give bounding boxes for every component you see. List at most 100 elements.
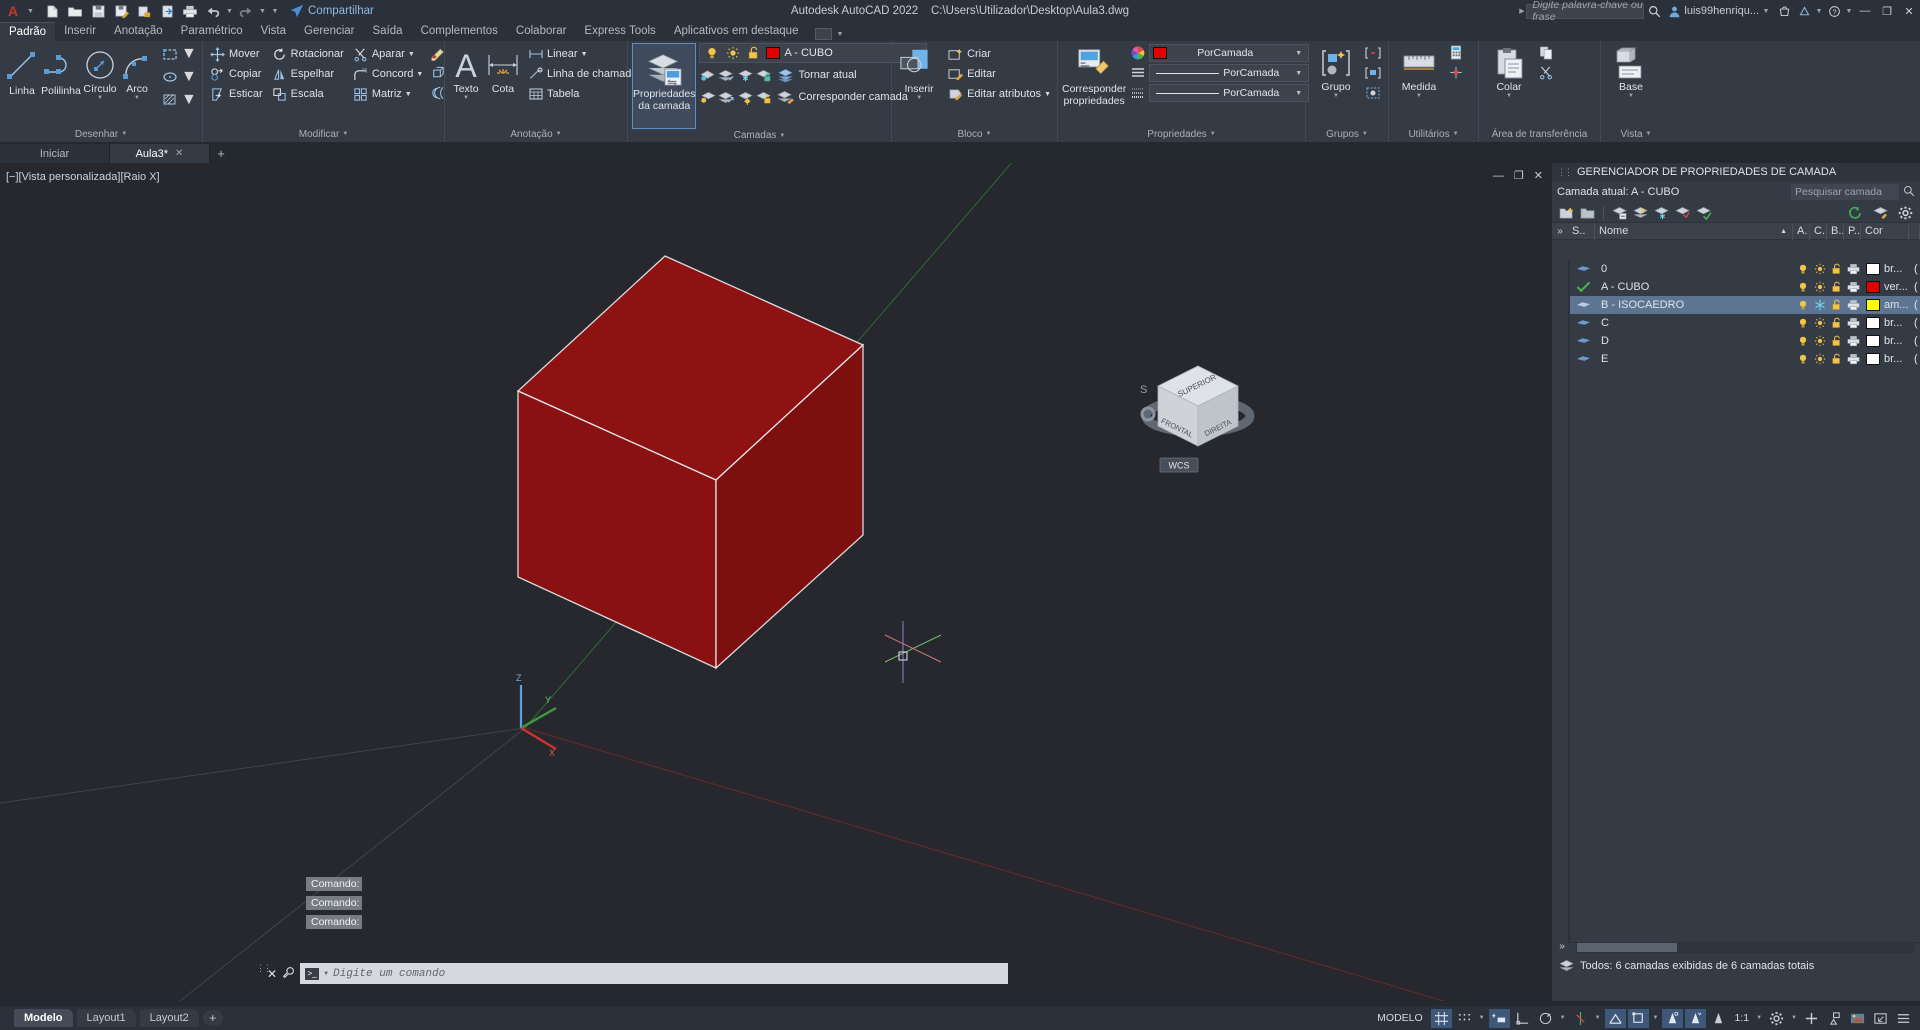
tool-propriedades-camada[interactable]: Propriedades da camada — [632, 43, 697, 129]
window-close-button[interactable]: ✕ — [1898, 0, 1920, 22]
base-dropdown-icon[interactable]: ▼ — [1628, 93, 1634, 99]
layer-color-swatch[interactable] — [1866, 281, 1880, 293]
layer-status-icon[interactable] — [1570, 350, 1597, 368]
tool-arco[interactable]: Arco ▼ — [119, 44, 155, 101]
delete-layer-icon[interactable] — [1611, 204, 1628, 221]
panel-modificar-expand-icon[interactable]: ▼ — [342, 131, 348, 137]
panel-bloco-expand-icon[interactable]: ▼ — [986, 131, 992, 137]
column-header-plot[interactable]: P.. — [1844, 222, 1861, 240]
help-search-caret-icon[interactable]: ▶ — [1517, 0, 1526, 22]
printer-icon[interactable] — [1845, 260, 1862, 278]
ribbon-tab-aplicativos[interactable]: Aplicativos em destaque — [665, 22, 808, 41]
lineweight-combo[interactable]: PorCamada ▼ — [1149, 84, 1310, 102]
sun-icon[interactable] — [724, 45, 741, 62]
tool-matriz[interactable]: Matriz ▼ — [350, 84, 426, 104]
viewport-minimize-button[interactable]: ― — [1493, 170, 1504, 182]
command-line-grip[interactable]: ⋮⋮ — [256, 964, 272, 982]
layer-freeze-icon[interactable] — [737, 67, 754, 84]
grupo-dropdown-icon[interactable]: ▼ — [1333, 93, 1339, 99]
isometric-dropdown-icon[interactable]: ▼ — [1593, 1015, 1603, 1021]
copy-clip-icon[interactable] — [1537, 44, 1554, 61]
unlock-icon[interactable] — [1828, 332, 1845, 350]
layer-unisolate-icon[interactable] — [699, 89, 717, 106]
layer-linetype-cell[interactable]: ( — [1910, 350, 1920, 368]
linear-dropdown-icon[interactable]: ▼ — [581, 51, 588, 58]
customization-hamburger-icon[interactable] — [1893, 1009, 1914, 1028]
column-header-cor[interactable]: Cor — [1861, 222, 1909, 240]
ribbon-tab-express-tools[interactable]: Express Tools — [575, 22, 664, 41]
linetype-caret-icon[interactable]: ▼ — [1295, 70, 1305, 77]
layer-status-icon[interactable] — [1570, 314, 1597, 332]
tool-texto[interactable]: A Texto ▼ — [449, 44, 483, 101]
tool-elipse[interactable]: ▼ — [159, 67, 199, 87]
printer-icon[interactable] — [1845, 296, 1862, 314]
tool-polilinha[interactable]: Polilinha — [41, 44, 81, 97]
layer-status-icon[interactable] — [1570, 296, 1597, 314]
layer-thaw-icon[interactable] — [737, 89, 754, 106]
sun-icon[interactable] — [1811, 260, 1828, 278]
quick-calc-icon[interactable] — [1447, 44, 1464, 61]
lineweight-display-toggle[interactable] — [1662, 1008, 1684, 1028]
tool-corresponder-propriedades[interactable]: Corresponder propriedades — [1062, 44, 1126, 107]
clean-screen-toggle[interactable] — [1870, 1009, 1891, 1028]
table-row[interactable]: B - ISOCAEDRO am... ( — [1570, 296, 1920, 314]
layer-status-icon[interactable] — [1570, 332, 1597, 350]
user-account-button[interactable]: luis99henriqu... ▼ — [1664, 0, 1774, 22]
layer-search-input[interactable]: Pesquisar camada — [1791, 184, 1899, 200]
texto-dropdown-icon[interactable]: ▼ — [463, 95, 469, 101]
tool-circulo-dropdown-icon[interactable]: ▼ — [97, 95, 103, 101]
layer-color-swatch[interactable] — [1866, 263, 1880, 275]
lightbulb-on-icon[interactable] — [1794, 314, 1811, 332]
ribbon-tab-saida[interactable]: Saída — [364, 22, 412, 41]
column-header-freeze[interactable]: C. — [1810, 222, 1827, 240]
unlock-icon[interactable] — [1828, 314, 1845, 332]
annotation-scale[interactable]: 1:1 — [1731, 1009, 1752, 1028]
layer-color-swatch[interactable] — [1866, 335, 1880, 347]
autocad-logo-icon[interactable]: A — [0, 0, 26, 22]
hachura-dropdown-icon[interactable]: ▼ — [181, 91, 197, 109]
table-row[interactable]: C br... ( — [1570, 314, 1920, 332]
model-space-indicator[interactable]: MODELO — [1371, 1012, 1429, 1024]
qat-more-icon[interactable]: ▼ — [268, 0, 282, 22]
ribbon-tab-anotacao[interactable]: Anotação — [105, 22, 172, 41]
unlock-icon[interactable] — [745, 45, 762, 62]
filter-tree-expand-icon[interactable]: » — [1552, 223, 1568, 240]
object-color-caret-icon[interactable]: ▼ — [1295, 50, 1305, 57]
polar-tracking-toggle[interactable] — [1535, 1009, 1556, 1028]
ribbon-panel-toggle-icon[interactable] — [815, 28, 833, 40]
linetype-icon[interactable] — [1129, 65, 1146, 82]
elipse-dropdown-icon[interactable]: ▼ — [181, 68, 197, 86]
new-layer-vp-frozen-icon[interactable] — [1579, 204, 1596, 221]
tool-linha[interactable]: Linha — [4, 44, 40, 97]
window-restore-button[interactable]: ❐ — [1876, 0, 1898, 22]
share-button[interactable]: Compartilhar — [290, 4, 374, 18]
tool-grupo[interactable]: Grupo ▼ — [1310, 44, 1362, 99]
help-icon[interactable]: ? — [1824, 0, 1844, 22]
table-row[interactable]: E br... ( — [1570, 350, 1920, 368]
layer-name[interactable]: E — [1597, 350, 1794, 368]
printer-icon[interactable] — [1845, 332, 1862, 350]
tool-mover[interactable]: Mover — [207, 44, 265, 64]
table-row[interactable]: A - CUBO ver... ( — [1570, 278, 1920, 296]
sun-icon[interactable] — [1811, 314, 1828, 332]
ribbon-tab-gerenciar[interactable]: Gerenciar — [295, 22, 364, 41]
matriz-dropdown-icon[interactable]: ▼ — [405, 91, 412, 98]
annotation-scale-dropdown-icon[interactable]: ▼ — [1754, 1015, 1764, 1021]
printer-icon[interactable] — [1845, 314, 1862, 332]
tool-concordancia[interactable]: Concord ▼ — [350, 64, 426, 84]
tool-base[interactable]: Base ▼ — [1605, 44, 1657, 99]
tool-circulo[interactable]: Círculo ▼ — [82, 44, 118, 101]
panel-utilitarios-expand-icon[interactable]: ▼ — [1453, 131, 1459, 137]
document-tab-aula3[interactable]: Aula3* ✕ — [110, 144, 210, 163]
layer-name[interactable]: A - CUBO — [1597, 278, 1794, 296]
layer-linetype-cell[interactable]: ( — [1910, 260, 1920, 278]
group-selection-icon[interactable] — [1364, 84, 1381, 101]
viewport-restore-button[interactable]: ❐ — [1514, 169, 1524, 182]
wrench-icon[interactable] — [282, 966, 295, 982]
chevron-double-right-icon[interactable]: » — [1554, 939, 1570, 953]
cut-clip-icon[interactable] — [1537, 64, 1554, 81]
aparar-dropdown-icon[interactable]: ▼ — [408, 51, 415, 58]
ribbon-tab-inserir[interactable]: Inserir — [55, 22, 105, 41]
layout-tab-layout1[interactable]: Layout1 — [76, 1009, 136, 1027]
ribbon-tab-colaborar[interactable]: Colaborar — [507, 22, 576, 41]
